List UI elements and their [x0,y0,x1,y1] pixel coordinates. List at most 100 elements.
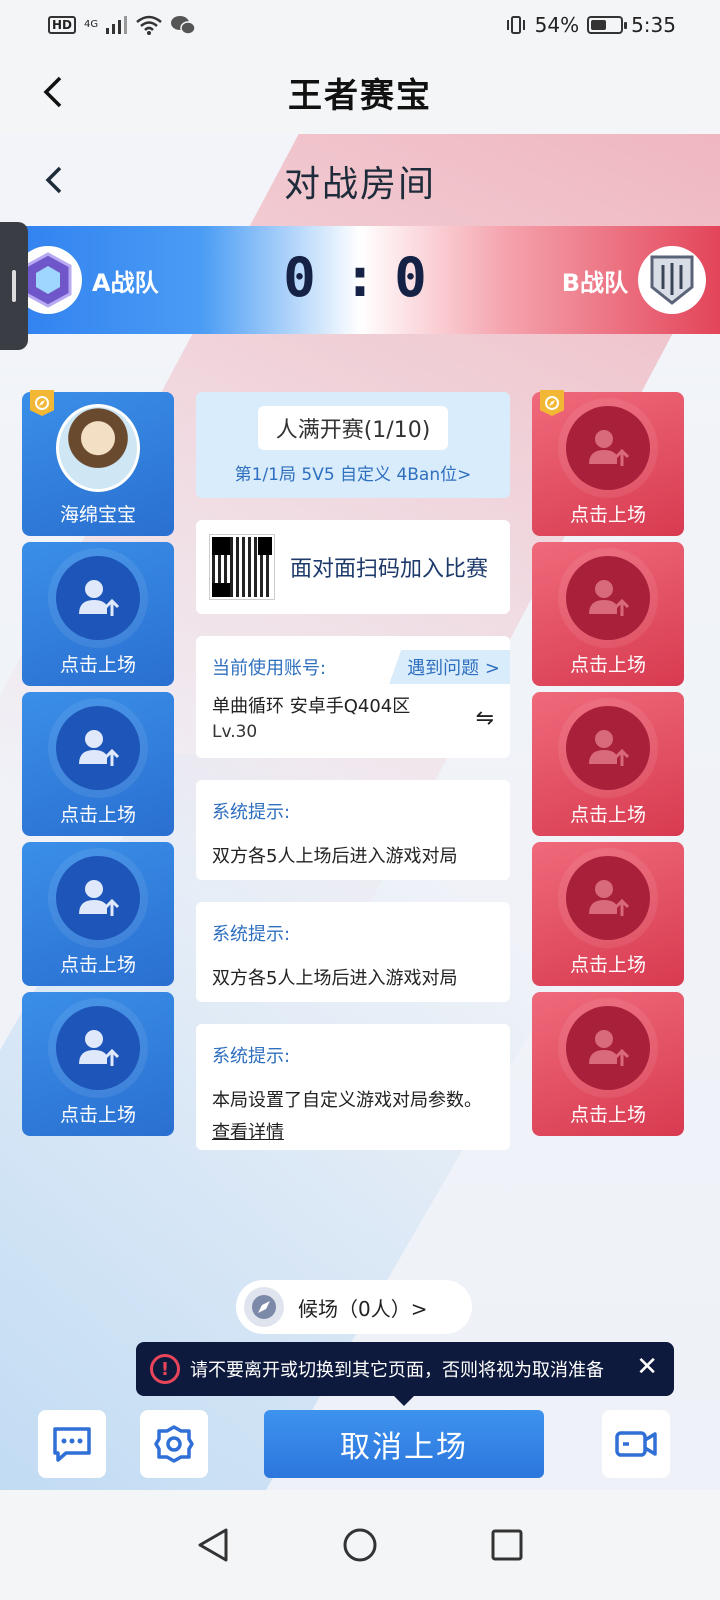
round-status: 人满开赛(1/10) [257,406,449,450]
wechat-icon [171,16,196,35]
back-button[interactable] [38,72,68,112]
warning-toast: ! 请不要离开或切换到其它页面，否则将视为取消准备 ✕ [136,1342,674,1406]
nav-back-icon[interactable] [196,1527,230,1563]
tip-title: 系统提示: [212,924,291,945]
score-a: 0 [283,246,326,309]
user-join-icon [589,430,630,466]
status-left: HD 4G [48,15,196,35]
signal-icon [106,16,128,34]
account-level: Lv.30 [212,722,258,742]
chevron-left-icon [45,166,62,194]
video-button[interactable] [602,1410,670,1478]
close-icon[interactable]: ✕ [636,1354,658,1380]
qr-join-card[interactable]: 面对面扫码加入比赛 [196,520,510,614]
app-title: 王者赛宝 [288,75,432,116]
switch-account-icon[interactable]: ⇋ [476,706,494,731]
account-card: 当前使用账号: 遇到问题 > 单曲循环 安卓手Q404区 Lv.30 ⇋ [196,636,510,758]
user-join-icon [79,580,120,616]
user-join-icon [589,1030,630,1066]
slot-label: 点击上场 [59,804,136,826]
team-b: B战队 [562,246,706,314]
round-info-link[interactable]: 第1/1局 5V5 自定义 4Ban位> [235,460,472,485]
empty-seat-circle [566,406,650,490]
battery-percent: 54% [534,13,580,37]
slot-label: 点击上场 [569,504,646,526]
empty-seat-circle [566,856,650,940]
team-b-logo [638,246,706,314]
room-title: 对战房间 [283,164,436,205]
clock: 5:35 [631,13,676,37]
score-separator: : [343,246,377,309]
chevron-left-icon [43,76,62,108]
slot-label: 点击上场 [569,654,646,676]
empty-seat-circle [56,556,140,640]
wifi-icon [136,15,162,35]
empty-seat-circle [566,556,650,640]
slot-label: 点击上场 [569,1104,646,1126]
chat-button[interactable] [38,1410,106,1478]
room-back-button[interactable] [40,160,68,200]
battle-room-page: 对战房间 A战队 0:0 B战队 海绵宝宝 点击上场 点击上场 点击上场 点击上… [0,134,720,1519]
compass-icon [35,396,49,410]
captain-badge [540,390,564,416]
empty-seat-circle [56,706,140,790]
qr-join-text: 面对面扫码加入比赛 [290,557,489,582]
captain-badge [30,390,54,416]
cancel-join-button[interactable]: 取消上场 [264,1410,544,1478]
qr-code [209,534,275,600]
slot-label: 点击上场 [569,954,646,976]
round-card[interactable]: 人满开赛(1/10) 第1/1局 5V5 自定义 4Ban位> [196,392,510,498]
system-nav-bar [0,1490,720,1600]
score-b: 0 [394,246,437,309]
account-name: 单曲循环 安卓手Q404区 [212,696,411,717]
bench-icon [244,1287,284,1327]
settings-button[interactable] [140,1410,208,1478]
user-join-icon [79,1030,120,1066]
tip-text: 本局设置了自定义游戏对局参数。 [212,1090,482,1111]
battery-fill [591,20,607,30]
gear-icon [154,1425,194,1463]
vibrate-icon [506,16,525,34]
tip-title: 系统提示: [212,802,291,823]
team-a-slot-3[interactable]: 点击上场 [22,692,174,836]
help-link[interactable]: 遇到问题 > [389,650,510,684]
chat-icon [53,1427,91,1462]
nav-home-icon[interactable] [342,1527,378,1563]
slot-label: 点击上场 [59,954,136,976]
empty-seat-circle [56,1006,140,1090]
system-tip-card: 系统提示: 双方各5人上场后进入游戏对局 [196,902,510,1002]
hd-indicator: HD [48,16,77,34]
empty-seat-circle [566,706,650,790]
team-a-slot-4[interactable]: 点击上场 [22,842,174,986]
team-b-slot-3[interactable]: 点击上场 [532,692,684,836]
score-banner: A战队 0:0 B战队 [0,226,720,334]
user-join-icon [589,580,630,616]
bench-button[interactable]: 候场（0人）> [236,1280,472,1334]
status-right: 54% 5:35 [505,13,676,37]
bottom-actions: 取消上场 [0,1410,720,1480]
room-header: 对战房间 [0,134,720,228]
bench-label: 候场（0人）> [298,1296,428,1321]
slot-label: 点击上场 [59,1104,136,1126]
team-b-slot-4[interactable]: 点击上场 [532,842,684,986]
team-b-slot-1[interactable]: 点击上场 [532,390,684,536]
shield-emblem-icon [650,255,694,305]
team-a-slot-2[interactable]: 点击上场 [22,542,174,686]
slot-label: 点击上场 [59,654,136,676]
system-tip-card: 系统提示: 本局设置了自定义游戏对局参数。 查看详情 [196,1024,510,1150]
team-b-slot-2[interactable]: 点击上场 [532,542,684,686]
tip-text: 双方各5人上场后进入游戏对局 [212,846,458,867]
view-details-link[interactable]: 查看详情 [212,1118,494,1144]
team-a-slot-1[interactable]: 海绵宝宝 [22,390,174,536]
app-header: 王者赛宝 [0,50,720,134]
network-type: 4G [84,19,99,30]
tip-text: 双方各5人上场后进入游戏对局 [212,968,458,989]
floating-side-handle[interactable] [0,222,28,350]
team-b-slot-5[interactable]: 点击上场 [532,992,684,1136]
team-a-slot-5[interactable]: 点击上场 [22,992,174,1136]
user-join-icon [79,730,120,766]
compass-icon [252,1295,276,1319]
empty-seat-circle [566,1006,650,1090]
nav-recents-icon[interactable] [490,1528,524,1562]
empty-seat-circle [56,856,140,940]
